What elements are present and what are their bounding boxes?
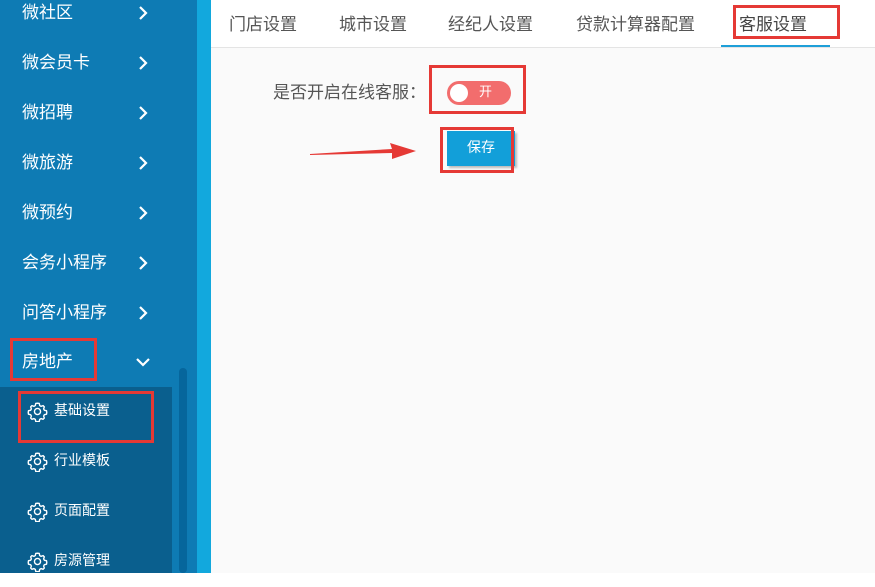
- sidebar-item-label: 会务小程序: [22, 253, 107, 273]
- tab-store-settings[interactable]: 门店设置: [229, 0, 297, 47]
- sidebar-scrollbar[interactable]: [172, 0, 197, 573]
- chevron-right-icon: [139, 306, 148, 320]
- sidebar-item-label: 问答小程序: [22, 303, 107, 323]
- main-content: 门店设置 城市设置 经纪人设置 贷款计算器配置 客服设置 是否开启在线客服： 开…: [211, 0, 875, 573]
- toggle-text: 开: [479, 85, 493, 100]
- tab-city-settings[interactable]: 城市设置: [339, 0, 407, 47]
- submenu-item-basic-settings[interactable]: 基础设置: [0, 387, 172, 437]
- gear-icon: [27, 452, 48, 472]
- submenu-item-label: 行业模板: [54, 453, 110, 469]
- sidebar-item-recruit[interactable]: 微招聘: [0, 88, 172, 138]
- tab-agent-settings[interactable]: 经纪人设置: [448, 0, 533, 47]
- submenu-item-page-config[interactable]: 页面配置: [0, 487, 172, 537]
- toggle-knob: [450, 84, 468, 102]
- sidebar-item-conference-app[interactable]: 会务小程序: [0, 238, 172, 288]
- tab-bar: 门店设置 城市设置 经纪人设置 贷款计算器配置 客服设置: [211, 0, 875, 48]
- sidebar-item-booking[interactable]: 微预约: [0, 188, 172, 238]
- scrollbar-thumb[interactable]: [179, 368, 187, 573]
- submenu-item-listing-management[interactable]: 房源管理: [0, 537, 172, 587]
- chevron-right-icon: [139, 256, 148, 270]
- tab-loan-calculator-config[interactable]: 贷款计算器配置: [576, 0, 695, 47]
- chevron-right-icon: [139, 206, 148, 220]
- sidebar-item-label: 微预约: [22, 203, 73, 223]
- chevron-right-icon: [139, 6, 148, 20]
- sidebar: 微社区 微会员卡 微招聘 微旅游 微预约 会务小程序 问答小程序 房地产 基础设: [0, 0, 172, 573]
- sidebar-item-label: 微招聘: [22, 103, 73, 123]
- tab-customer-service-settings[interactable]: 客服设置: [721, 0, 830, 47]
- submenu-item-label: 基础设置: [54, 403, 110, 419]
- sidebar-item-real-estate[interactable]: 房地产: [0, 337, 172, 387]
- sidebar-item-qa-app[interactable]: 问答小程序: [0, 288, 172, 338]
- submenu-item-label: 页面配置: [54, 503, 110, 519]
- divider: [197, 0, 211, 573]
- online-service-label: 是否开启在线客服：: [273, 83, 426, 103]
- chevron-right-icon: [139, 156, 148, 170]
- chevron-right-icon: [139, 56, 148, 70]
- sidebar-item-travel[interactable]: 微旅游: [0, 138, 172, 188]
- save-button[interactable]: 保存: [447, 131, 515, 166]
- sidebar-item-label: 微社区: [22, 3, 73, 23]
- online-service-toggle[interactable]: 开: [447, 81, 511, 105]
- sidebar-item-label: 房地产: [22, 352, 73, 372]
- sidebar-item-member-card[interactable]: 微会员卡: [0, 38, 172, 88]
- real-estate-submenu: 基础设置 行业模板 页面配置 房源管理: [0, 387, 172, 573]
- chevron-down-icon: [136, 358, 150, 367]
- gear-icon: [27, 402, 48, 422]
- sidebar-item-community[interactable]: 微社区: [0, 0, 172, 38]
- submenu-item-industry-template[interactable]: 行业模板: [0, 437, 172, 487]
- chevron-right-icon: [139, 106, 148, 120]
- gear-icon: [27, 552, 48, 572]
- sidebar-item-label: 微会员卡: [22, 53, 90, 73]
- submenu-item-label: 房源管理: [54, 553, 110, 569]
- gear-icon: [27, 502, 48, 522]
- sidebar-item-label: 微旅游: [22, 153, 73, 173]
